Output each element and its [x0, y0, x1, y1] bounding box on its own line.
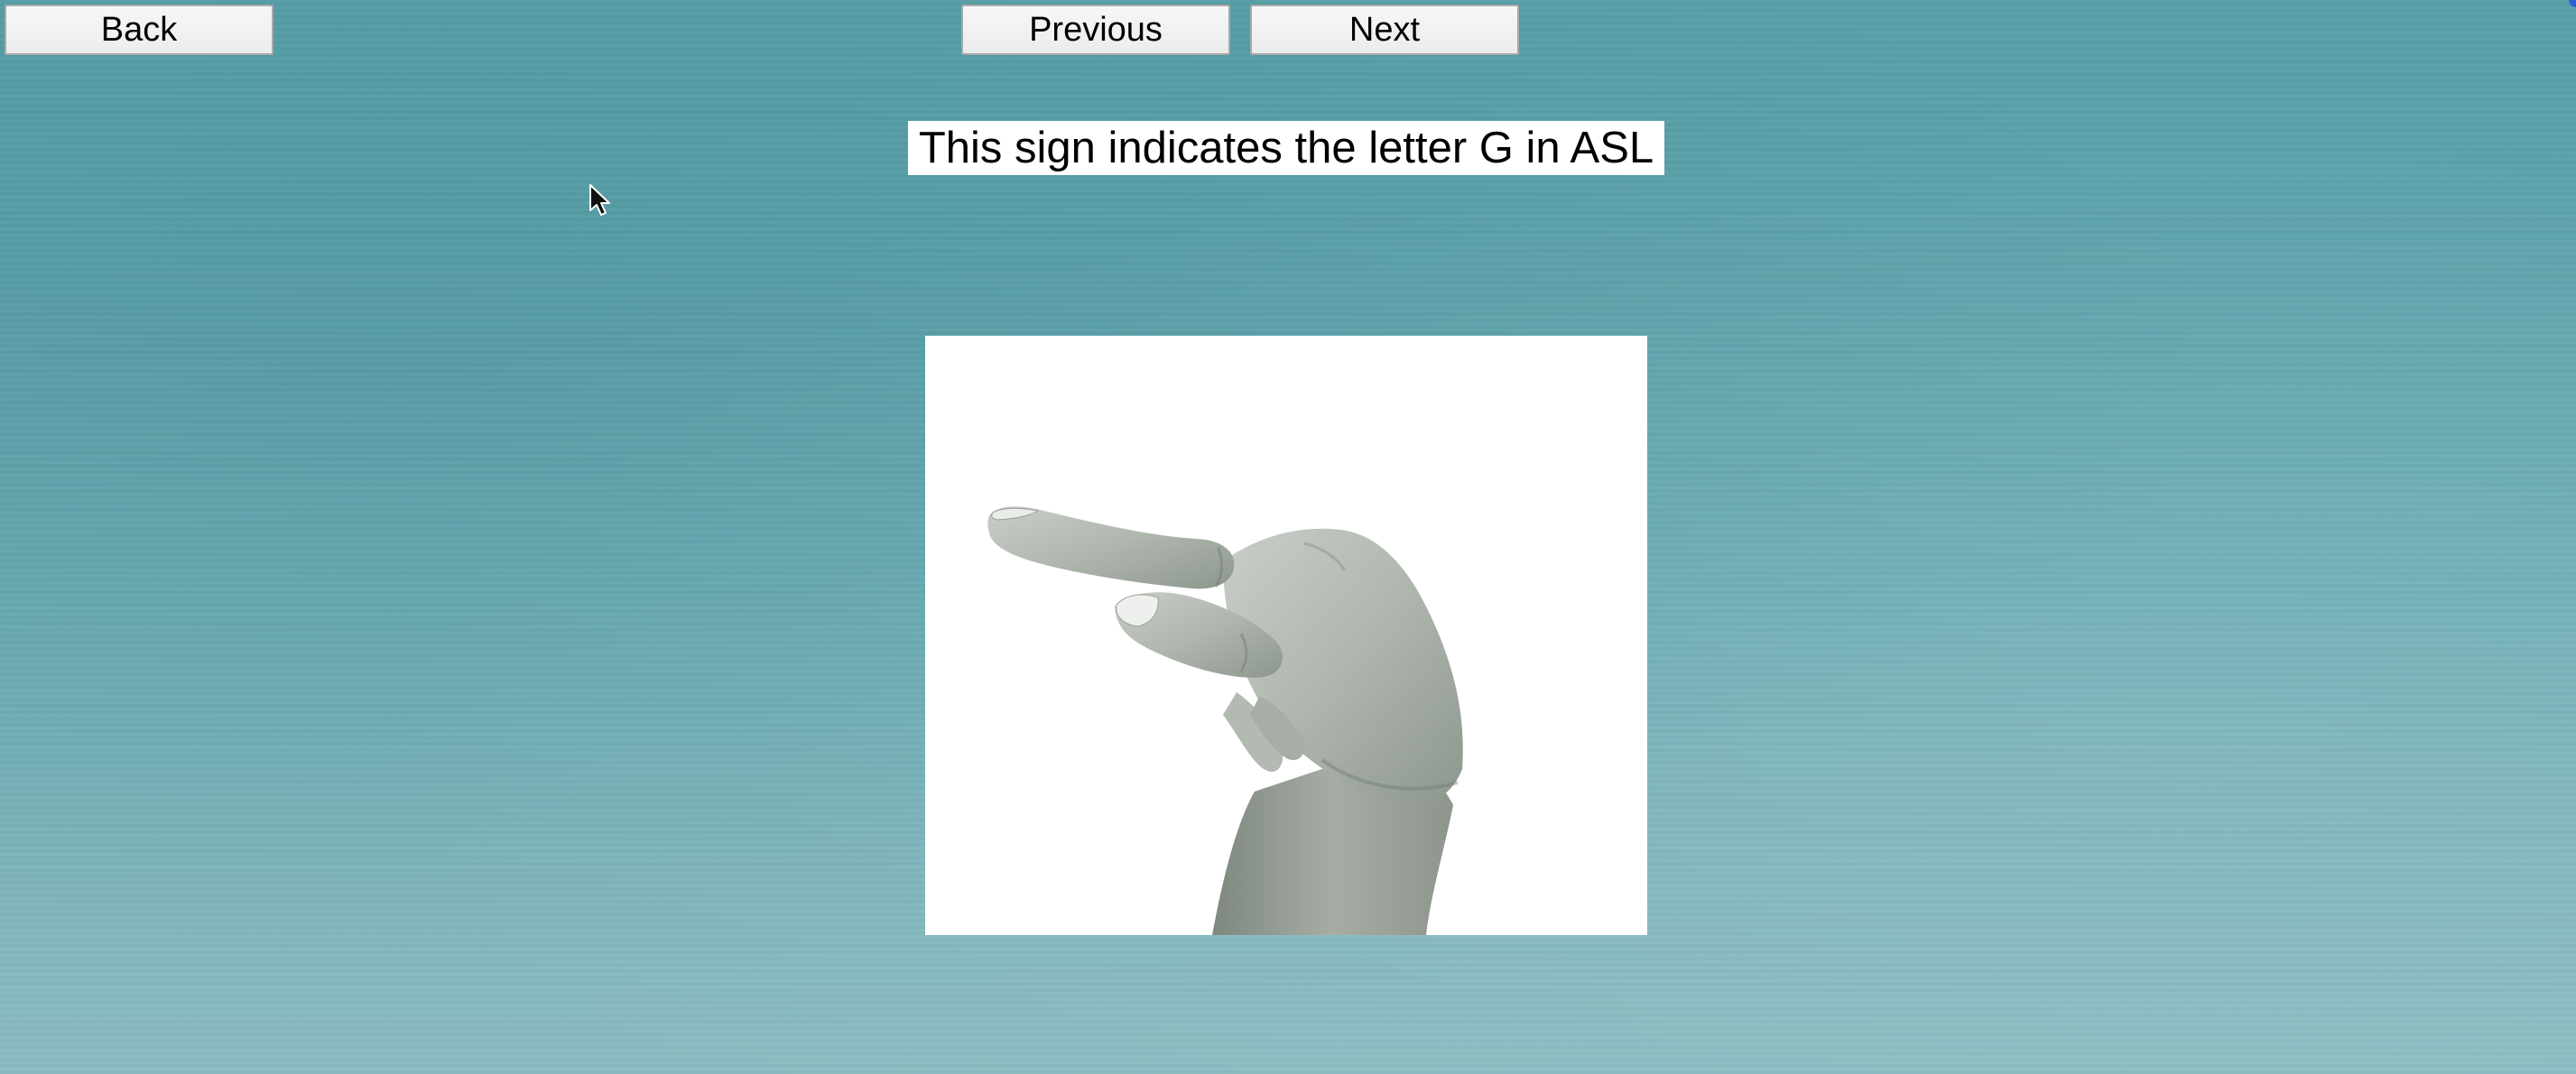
previous-button[interactable]: Previous	[961, 5, 1230, 55]
next-button[interactable]: Next	[1250, 5, 1519, 55]
corner-indicator	[2569, 0, 2576, 7]
back-button[interactable]: Back	[5, 5, 273, 55]
sign-caption: This sign indicates the letter G in ASL	[908, 121, 1664, 175]
mouse-pointer-icon	[589, 184, 610, 216]
asl-sign-image	[925, 336, 1647, 935]
hand-sign-g-illustration	[987, 506, 1463, 935]
